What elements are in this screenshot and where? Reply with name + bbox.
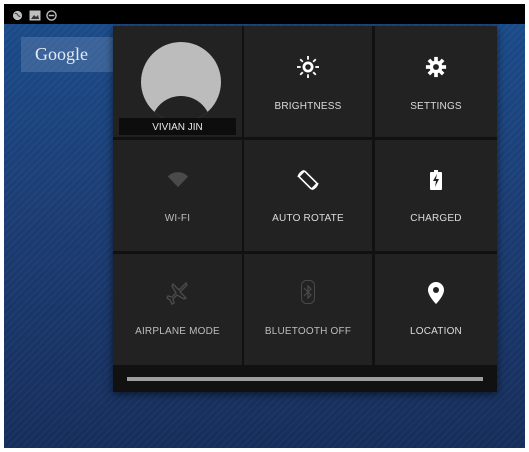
google-search-bar[interactable]: Google [21,37,124,72]
bluetooth-icon [301,280,315,304]
tile-wifi[interactable]: WI-FI [113,140,242,251]
tile-wifi-label: WI-FI [164,213,191,224]
wifi-icon [167,172,188,188]
tile-auto-rotate[interactable]: AUTO ROTATE [244,140,372,251]
tile-location-label: LOCATION [410,326,462,337]
tile-auto-rotate-label: AUTO ROTATE [272,213,344,224]
user-name: VIVIAN JIN [119,118,236,135]
battery-charging-icon [430,170,442,190]
gear-icon [425,56,447,78]
home-screen: Google VIVIAN JIN BRIGHTNESS SETTINGS WI… [4,4,525,448]
globe-icon [12,8,23,26]
avatar [141,42,221,122]
do-not-disturb-icon [46,8,57,26]
tile-bluetooth[interactable]: BLUETOOTH OFF [244,254,372,365]
rotate-icon [297,169,319,191]
airplane-icon [165,282,188,305]
tile-battery-label: CHARGED [410,213,462,224]
tile-battery[interactable]: CHARGED [375,140,497,251]
image-icon [29,8,41,26]
brightness-icon [297,56,319,78]
panel-drag-handle[interactable] [127,377,483,381]
tile-brightness[interactable]: BRIGHTNESS [244,26,372,137]
drag-handle-fill [127,377,483,381]
tile-user[interactable]: VIVIAN JIN [113,26,242,137]
tile-brightness-label: BRIGHTNESS [274,101,342,112]
status-bar[interactable] [4,4,525,24]
tile-airplane[interactable]: AIRPLANE MODE [113,254,242,365]
tile-settings[interactable]: SETTINGS [375,26,497,137]
tile-bluetooth-label: BLUETOOTH OFF [264,326,352,337]
tile-settings-label: SETTINGS [410,101,462,112]
tile-location[interactable]: LOCATION [375,254,497,365]
tile-airplane-label: AIRPLANE MODE [135,326,220,337]
location-pin-icon [428,282,444,304]
quick-settings-panel: VIVIAN JIN BRIGHTNESS SETTINGS WI-FI AUT… [113,26,497,392]
